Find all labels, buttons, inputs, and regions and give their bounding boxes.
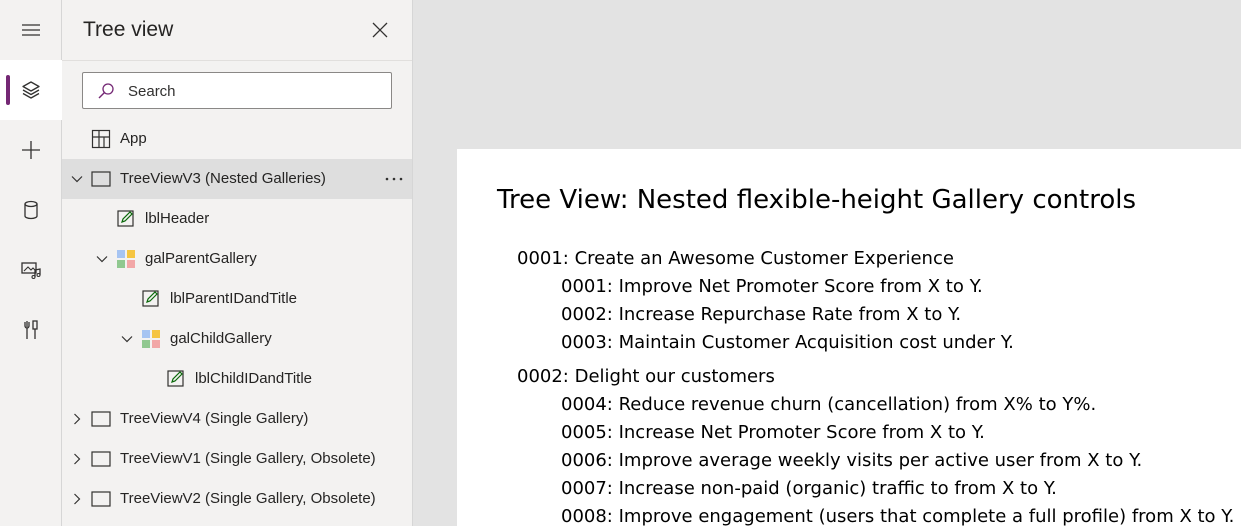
tree-item-label: lblParentIDandTitle	[170, 290, 298, 307]
more-options-button[interactable]	[382, 169, 406, 189]
tree-item-label: App	[120, 130, 147, 147]
search-icon	[98, 83, 114, 99]
tree-item-label: TreeViewV3 (Nested Galleries)	[120, 170, 326, 187]
tree-item-galparentgallery[interactable]: galParentGallery	[62, 239, 412, 279]
chevron-right-icon[interactable]	[70, 492, 84, 506]
chevron-right-icon[interactable]	[70, 452, 84, 466]
tree-item-galchildgallery[interactable]: galChildGallery	[62, 319, 412, 359]
tree-item-lblparentidandtitle[interactable]: lblParentIDandTitle	[62, 279, 412, 319]
tree-view-button[interactable]	[0, 60, 62, 120]
child-item: 0005: Increase Net Promoter Score from X…	[561, 422, 985, 443]
gallery-icon	[117, 250, 135, 268]
gallery-icon	[142, 330, 160, 348]
hamburger-menu-icon	[22, 24, 40, 36]
tree-item-treeviewv1[interactable]: TreeViewV1 (Single Gallery, Obsolete)	[62, 439, 412, 479]
tree-item-lblheader[interactable]: lblHeader	[62, 199, 412, 239]
chevron-down-icon[interactable]	[70, 172, 84, 186]
tree-item-treeviewv2[interactable]: TreeViewV2 (Single Gallery, Obsolete)	[62, 479, 412, 519]
chevron-right-icon[interactable]	[70, 412, 84, 426]
search-input[interactable]	[128, 80, 383, 102]
screen-icon	[91, 451, 111, 467]
tree-item-label: lblChildIDandTitle	[195, 370, 312, 387]
child-item: 0007: Increase non-paid (organic) traffi…	[561, 478, 1057, 499]
tree-item-label: TreeViewV4 (Single Gallery)	[120, 410, 309, 427]
screen-icon	[91, 491, 111, 507]
app-canvas[interactable]: Tree View: Nested flexible-height Galler…	[457, 149, 1241, 526]
label-icon	[142, 290, 159, 307]
app-icon	[91, 129, 111, 149]
plus-icon	[22, 141, 40, 159]
label-icon	[167, 370, 184, 387]
layers-icon	[22, 81, 40, 99]
data-button[interactable]	[0, 180, 62, 240]
advanced-tools-button[interactable]	[0, 300, 62, 360]
tree-item-label: galChildGallery	[170, 330, 272, 347]
more-options-icon	[385, 177, 403, 181]
tree-view-panel: Tree view App TreeViewV3 (Nested Galleri…	[62, 0, 413, 526]
child-item: 0004: Reduce revenue churn (cancellation…	[561, 394, 1097, 415]
child-item: 0001: Improve Net Promoter Score from X …	[561, 276, 983, 297]
database-icon	[24, 200, 38, 220]
insert-button[interactable]	[0, 120, 62, 180]
hamburger-menu-button[interactable]	[0, 0, 62, 60]
screen-icon	[91, 171, 111, 187]
page-title: Tree View: Nested flexible-height Galler…	[497, 185, 1136, 215]
tree-item-app[interactable]: App	[62, 119, 412, 159]
label-icon	[117, 210, 134, 227]
media-button[interactable]	[0, 240, 62, 300]
tree-item-label: galParentGallery	[145, 250, 257, 267]
child-item: 0003: Maintain Customer Acquisition cost…	[561, 332, 1014, 353]
tools-icon	[24, 320, 38, 339]
parent-item: 0002: Delight our customers	[517, 366, 775, 387]
left-rail	[0, 0, 62, 526]
search-field[interactable]	[82, 72, 392, 109]
chevron-down-icon[interactable]	[120, 332, 134, 346]
child-item: 0006: Improve average weekly visits per …	[561, 450, 1143, 471]
tree-item-lblchildidandtitle[interactable]: lblChildIDandTitle	[62, 359, 412, 399]
panel-header: Tree view	[62, 0, 412, 61]
close-icon	[372, 22, 388, 38]
parent-item: 0001: Create an Awesome Customer Experie…	[517, 248, 954, 269]
close-panel-button[interactable]	[369, 19, 391, 41]
panel-title: Tree view	[83, 18, 174, 41]
chevron-down-icon[interactable]	[95, 252, 109, 266]
tree-item-label: TreeViewV2 (Single Gallery, Obsolete)	[120, 490, 376, 507]
screen-icon	[91, 411, 111, 427]
tree-item-label: lblHeader	[145, 210, 210, 227]
tree-item-treeviewv4[interactable]: TreeViewV4 (Single Gallery)	[62, 399, 412, 439]
media-icon	[21, 262, 41, 280]
child-item: 0002: Increase Repurchase Rate from X to…	[561, 304, 962, 325]
tree-item-label: TreeViewV1 (Single Gallery, Obsolete)	[120, 450, 376, 467]
child-item: 0008: Improve engagement (users that com…	[561, 506, 1235, 526]
tree-item-treeviewv3[interactable]: TreeViewV3 (Nested Galleries)	[62, 159, 412, 199]
